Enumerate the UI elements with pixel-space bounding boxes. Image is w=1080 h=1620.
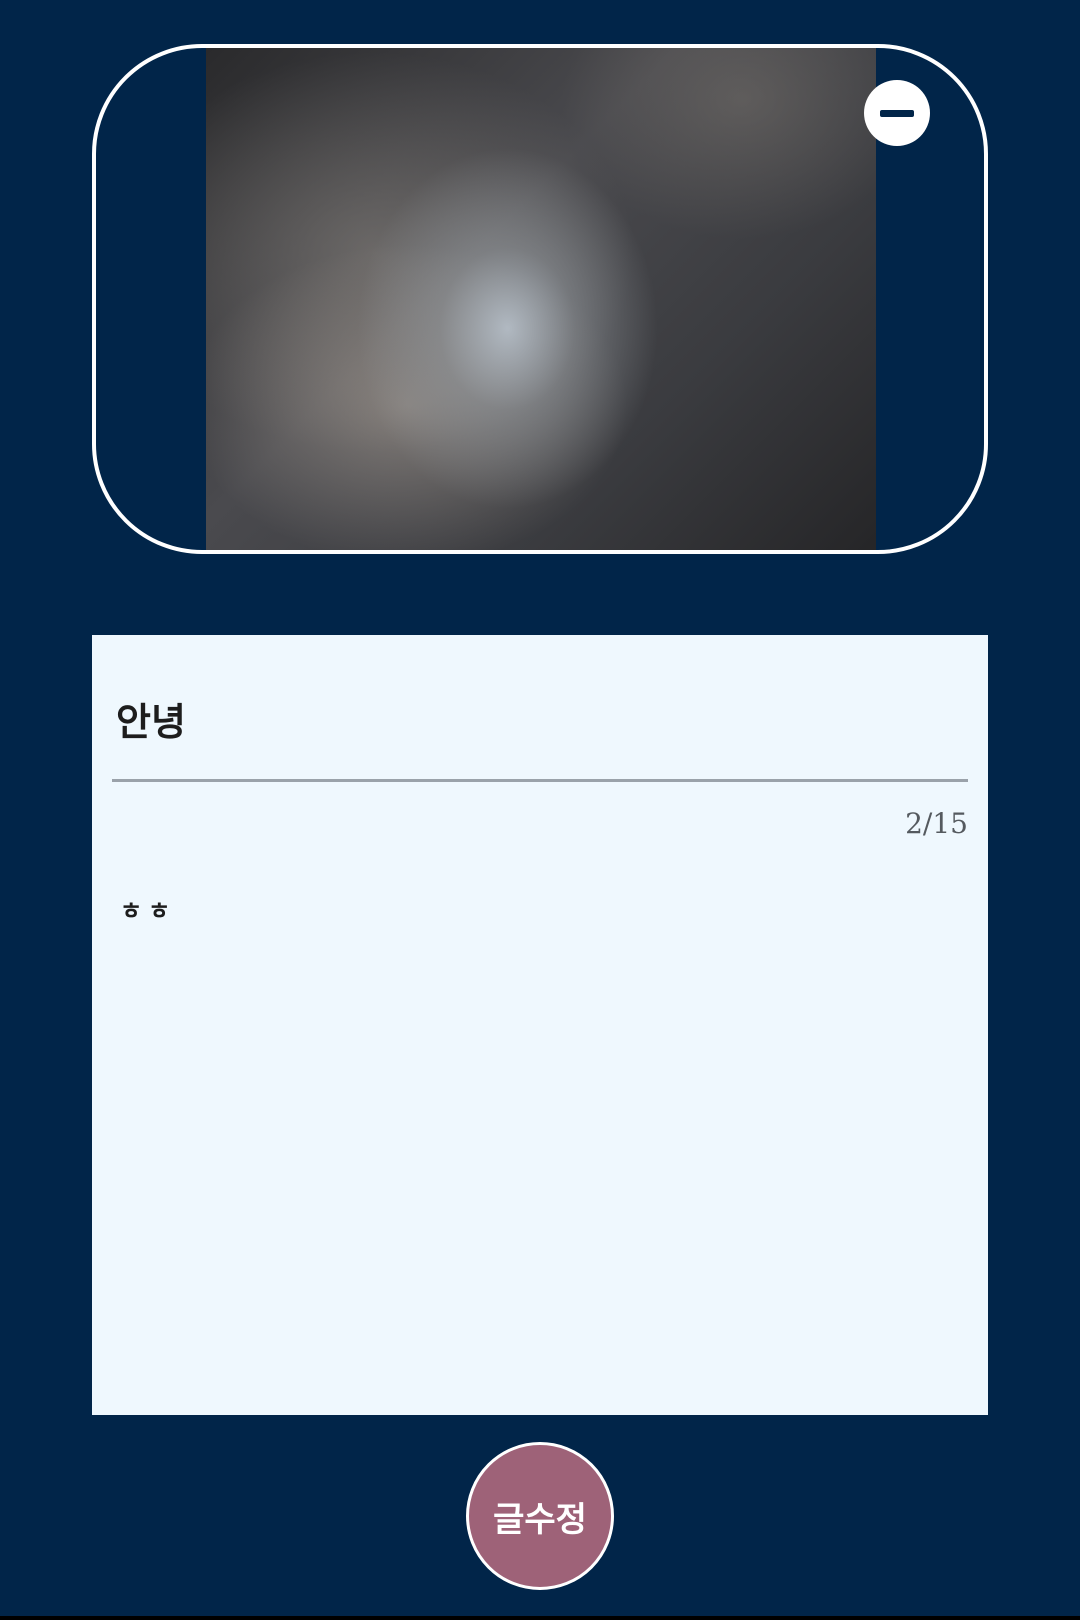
post-card: 안녕 2/15 ㅎㅎ xyxy=(92,635,988,1415)
photo-frame xyxy=(92,44,988,554)
title-char-counter: 2/15 xyxy=(905,807,968,840)
post-title: 안녕 xyxy=(116,699,186,744)
post-body-field[interactable]: ㅎㅎ xyxy=(120,891,176,926)
minus-icon xyxy=(880,109,914,117)
bottom-edge xyxy=(0,1616,1080,1620)
remove-image-button[interactable] xyxy=(864,80,930,146)
edit-post-button[interactable]: 글수정 xyxy=(466,1442,614,1590)
title-field[interactable]: 안녕 xyxy=(112,635,968,782)
attached-photo xyxy=(206,48,876,550)
